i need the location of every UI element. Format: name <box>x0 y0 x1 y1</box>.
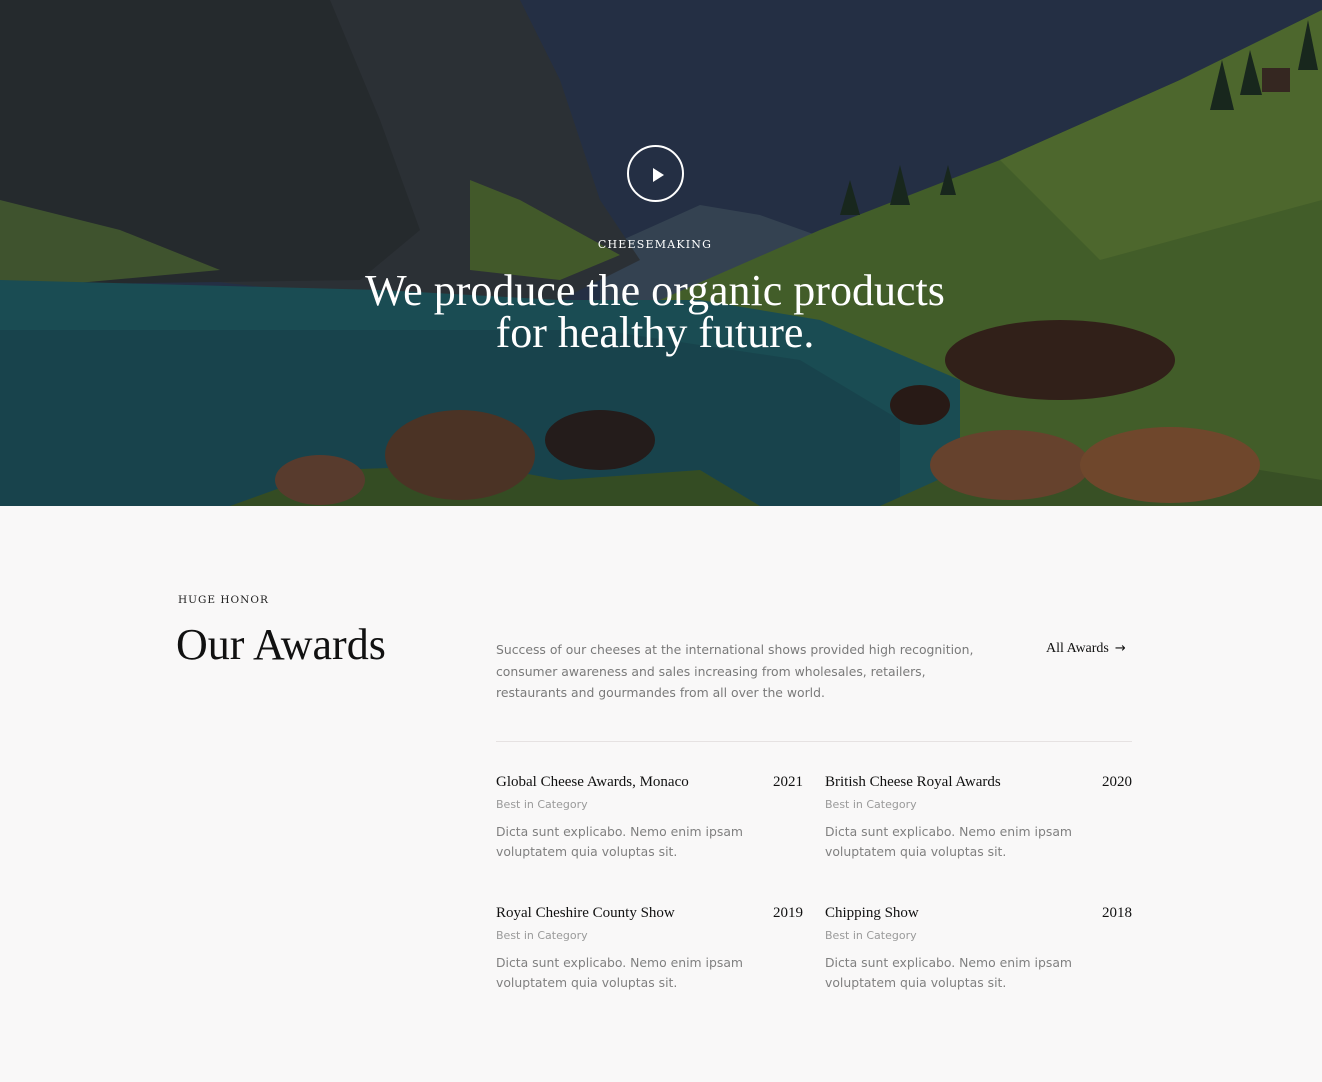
play-video-button[interactable] <box>627 145 684 202</box>
award-item: Royal Cheshire County Show 2019 Best in … <box>496 905 803 992</box>
award-description: Dicta sunt explicabo. Nemo enim ipsam vo… <box>496 824 743 859</box>
award-year: 2019 <box>773 905 803 921</box>
award-item: British Cheese Royal Awards 2020 Best in… <box>825 774 1132 861</box>
arrow-right-icon: → <box>1114 641 1126 656</box>
hero-overlay <box>0 0 1322 506</box>
award-year: 2018 <box>1102 905 1132 921</box>
award-category: Best in Category <box>825 798 917 811</box>
award-category: Best in Category <box>496 798 588 811</box>
award-category: Best in Category <box>825 929 917 942</box>
award-name: Global Cheese Awards, Monaco <box>496 774 689 790</box>
award-item: Global Cheese Awards, Monaco 2021 Best i… <box>496 774 803 861</box>
all-awards-link[interactable]: All Awards → <box>1046 641 1136 661</box>
play-icon <box>653 168 664 182</box>
award-name: British Cheese Royal Awards <box>825 774 1001 790</box>
award-description: Dicta sunt explicabo. Nemo enim ipsam vo… <box>825 824 1072 859</box>
section-kicker: HUGE HONOR <box>178 594 269 606</box>
hero-kicker: CHEESEMAKING <box>597 238 713 251</box>
section-title: Our Awards <box>176 620 386 669</box>
all-awards-label: All Awards <box>1046 641 1109 656</box>
hero-title-line-1: We produce the organic products <box>365 266 945 315</box>
award-name: Royal Cheshire County Show <box>496 905 675 921</box>
award-name: Chipping Show <box>825 905 919 921</box>
award-year: 2020 <box>1102 774 1132 790</box>
award-description: Dicta sunt explicabo. Nemo enim ipsam vo… <box>496 955 743 990</box>
hero-title-line-2: for healthy future. <box>495 308 815 357</box>
section-divider <box>496 741 1132 742</box>
hero-title: We produce the organic products for heal… <box>0 266 1310 357</box>
award-item: Chipping Show 2018 Best in Category Dict… <box>825 905 1132 992</box>
hero-section: CHEESEMAKING We produce the organic prod… <box>0 0 1322 506</box>
section-description: Success of our cheeses at the internatio… <box>496 642 974 700</box>
award-category: Best in Category <box>496 929 588 942</box>
award-year: 2021 <box>773 774 803 790</box>
award-description: Dicta sunt explicabo. Nemo enim ipsam vo… <box>825 955 1072 990</box>
